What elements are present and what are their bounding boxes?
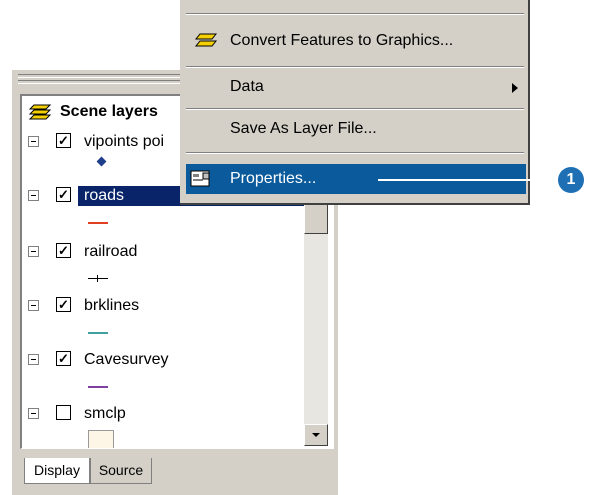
tab-display[interactable]: Display <box>24 458 90 484</box>
collapse-icon[interactable] <box>28 408 39 419</box>
convert-graphics-icon <box>194 33 218 47</box>
menu-item-data[interactable]: Data <box>186 72 526 102</box>
line-symbol-brklines <box>88 332 108 334</box>
polygon-symbol-smclp <box>88 430 114 448</box>
line-symbol-roads <box>88 222 108 224</box>
layer-name: vipoints poi <box>84 133 165 150</box>
scene-layers-title: Scene layers <box>60 103 158 120</box>
callout-line <box>378 179 558 181</box>
menu-separator <box>186 13 524 15</box>
layer-visibility-checkbox[interactable]: ✓ <box>56 297 71 312</box>
point-symbol-icon <box>96 156 107 167</box>
layer-name: smclp <box>84 405 126 422</box>
tab-source[interactable]: Source <box>90 458 152 484</box>
layer-visibility-checkbox[interactable]: ✓ <box>56 133 71 148</box>
layer-visibility-checkbox[interactable]: ✓ <box>56 187 71 202</box>
layer-visibility-checkbox[interactable] <box>56 405 71 420</box>
layer-visibility-checkbox[interactable]: ✓ <box>56 243 71 258</box>
callout-number: 1 <box>558 167 584 193</box>
scroll-down-arrow-icon <box>312 433 320 437</box>
collapse-icon[interactable] <box>28 300 39 311</box>
context-menu: Convert Features to Graphics... Data Sav… <box>180 0 530 205</box>
layer-visibility-checkbox[interactable]: ✓ <box>56 351 71 366</box>
layer-name: Cavesurvey <box>84 351 169 368</box>
menu-separator <box>186 66 524 68</box>
submenu-arrow-icon <box>512 83 518 93</box>
layers-icon <box>28 104 52 120</box>
line-symbol-railroad <box>88 278 108 279</box>
layer-name: brklines <box>84 297 140 314</box>
menu-separator <box>186 108 524 110</box>
scroll-down-button[interactable] <box>304 424 328 446</box>
rail-tick <box>97 275 98 282</box>
collapse-icon[interactable] <box>28 190 39 201</box>
menu-item-convert-features[interactable]: Convert Features to Graphics... <box>186 26 526 56</box>
menu-separator <box>186 152 524 154</box>
collapse-icon[interactable] <box>28 136 39 147</box>
layer-name: roads <box>84 187 125 204</box>
collapse-icon[interactable] <box>28 246 39 257</box>
collapse-icon[interactable] <box>28 354 39 365</box>
line-symbol-cavesurvey <box>88 386 108 388</box>
menu-item-save-layer-file[interactable]: Save As Layer File... <box>186 114 526 144</box>
properties-icon <box>190 170 210 187</box>
layer-name: railroad <box>84 243 138 260</box>
